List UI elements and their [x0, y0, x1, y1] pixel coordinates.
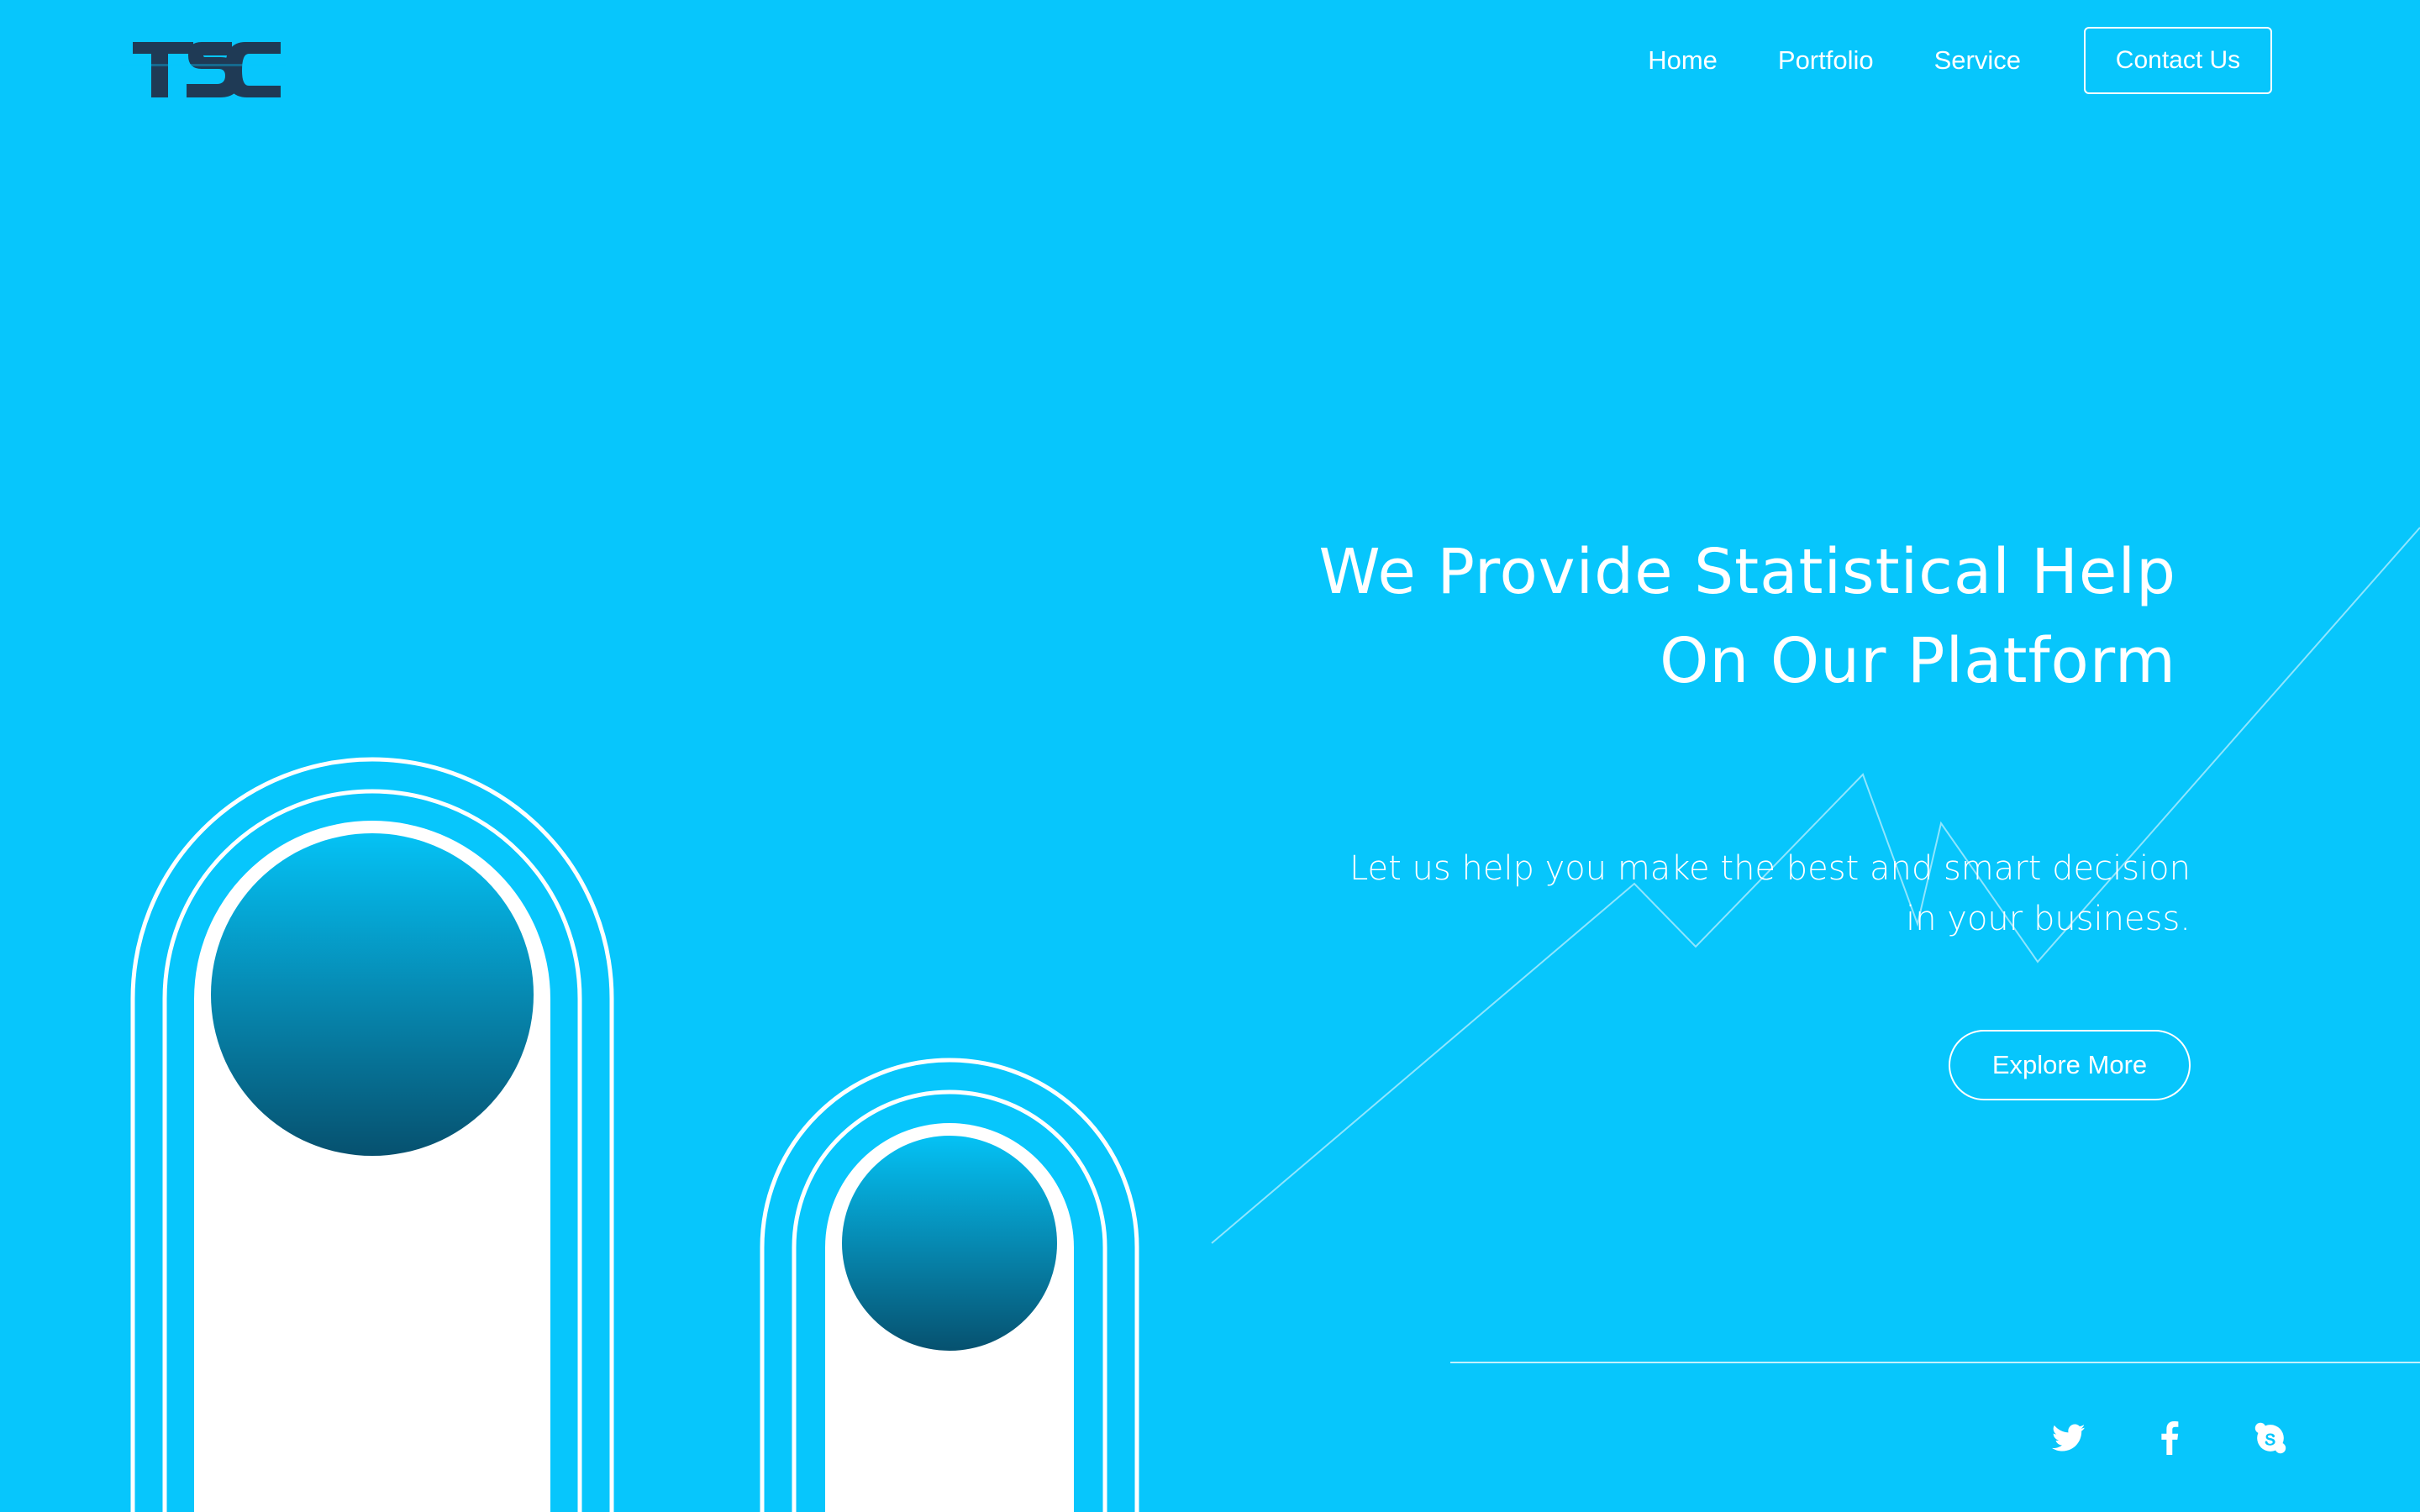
logo-mark: [121, 42, 286, 97]
main-nav: Home Portfolio Service Contact Us: [1648, 27, 2272, 94]
large-sphere: [211, 833, 534, 1156]
nav-portfolio[interactable]: Portfolio: [1778, 45, 1874, 76]
hero-subtitle: Let us help you make the best and smart …: [1182, 843, 2191, 944]
logo[interactable]: [121, 39, 286, 101]
facebook-icon[interactable]: [2149, 1418, 2190, 1458]
footer-divider: [1450, 1362, 2420, 1363]
nav-home[interactable]: Home: [1648, 45, 1718, 76]
decorative-background: [130, 527, 2420, 1512]
twitter-icon[interactable]: [2049, 1418, 2089, 1458]
hero-title: We Provide Statistical Help On Our Platf…: [1084, 528, 2176, 706]
small-arch: [760, 1058, 1139, 1512]
large-arch: [130, 757, 614, 1512]
explore-more-button[interactable]: Explore More: [1949, 1030, 2191, 1100]
hero-subtitle-line-1: Let us help you make the best and smart …: [1349, 849, 2191, 888]
hero-title-line-1: We Provide Statistical Help: [1318, 536, 2176, 608]
nav-service[interactable]: Service: [1934, 45, 2021, 76]
hero-title-line-2: On Our Platform: [1660, 625, 2176, 697]
hero-subtitle-line-2: in your business.: [1906, 900, 2191, 938]
skype-icon[interactable]: [2250, 1418, 2291, 1458]
small-sphere: [842, 1136, 1057, 1351]
contact-us-button[interactable]: Contact Us: [2084, 27, 2272, 94]
